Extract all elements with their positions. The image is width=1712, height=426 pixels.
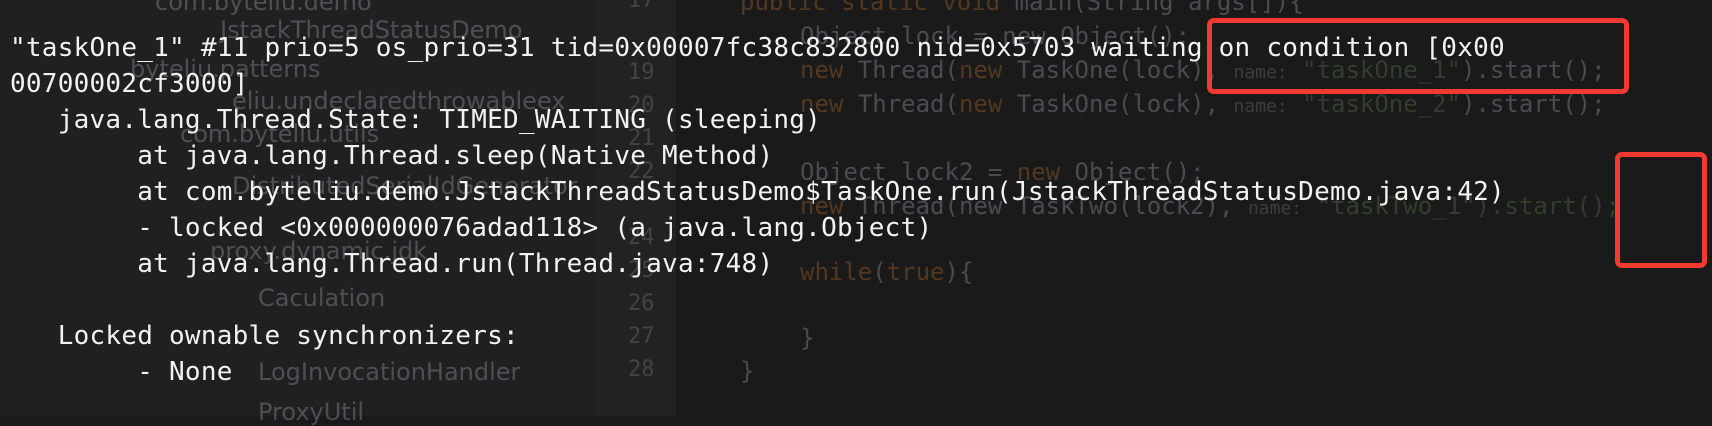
waiting-on-condition-highlight xyxy=(1207,18,1629,94)
synchronizers-heading: Locked ownable synchronizers: xyxy=(10,321,519,351)
line-number-highlight xyxy=(1615,152,1707,268)
stack-frame: at com.byteliu.demo.JstackThreadStatusDe… xyxy=(10,177,1505,207)
locked-monitor-line: - locked <0x000000076adad118> (a java.la… xyxy=(10,213,933,243)
stack-frame: at java.lang.Thread.sleep(Native Method) xyxy=(10,141,774,171)
synchronizers-value: - None xyxy=(10,357,233,387)
thread-header-continuation: 00700002cf3000] xyxy=(10,69,249,99)
thread-state-line: java.lang.Thread.State: TIMED_WAITING (s… xyxy=(10,105,822,135)
stack-frame: at java.lang.Thread.run(Thread.java:748) xyxy=(10,249,774,279)
